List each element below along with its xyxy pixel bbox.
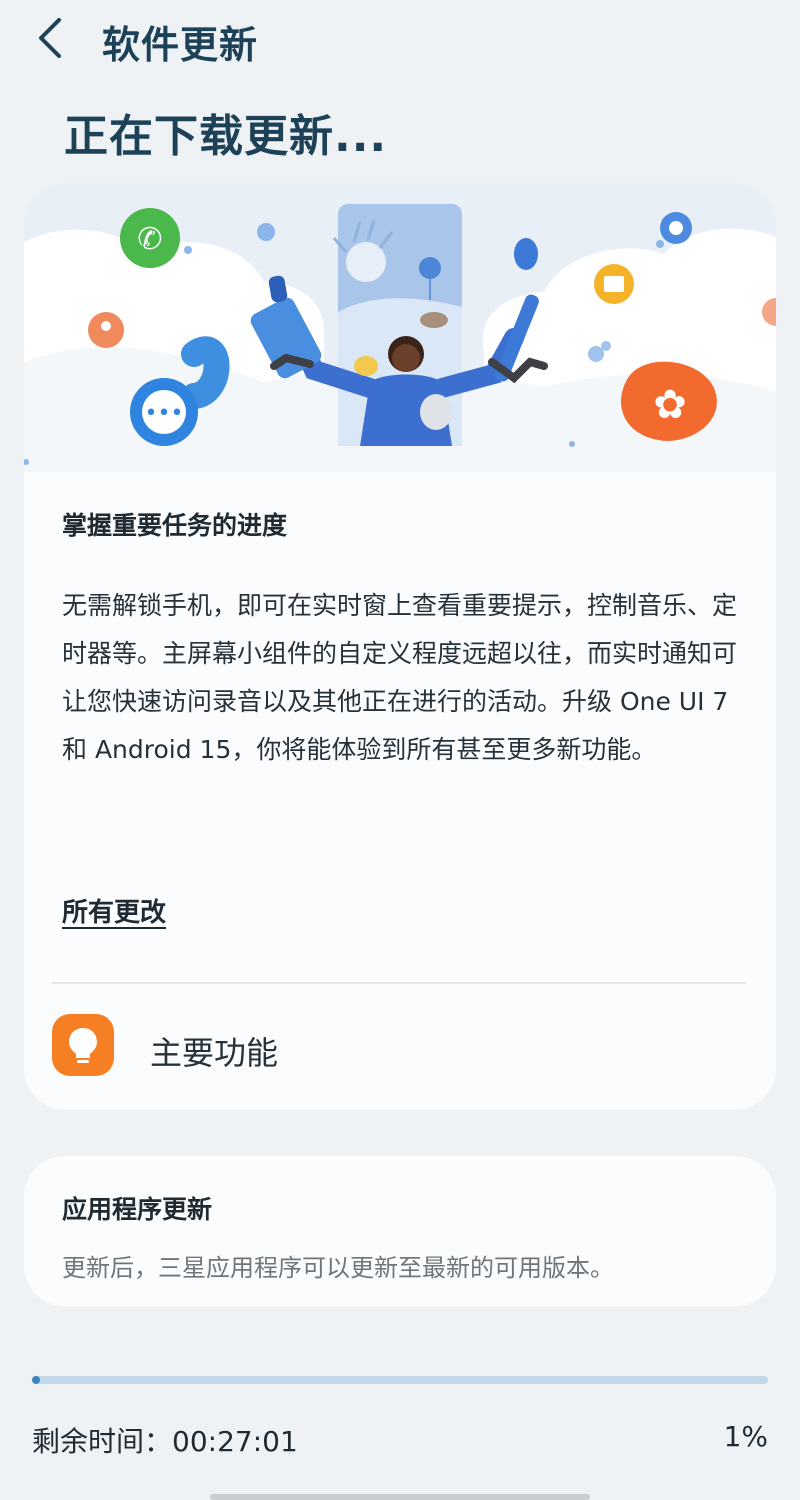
all-changes-link[interactable]: 所有更改 bbox=[62, 892, 166, 929]
back-button[interactable] bbox=[30, 12, 70, 64]
svg-text:✿: ✿ bbox=[653, 382, 687, 428]
home-indicator bbox=[210, 1494, 590, 1500]
lightbulb-icon bbox=[52, 1014, 114, 1076]
hero-illustration: ✆ ••• ✿ bbox=[24, 182, 776, 472]
page-title: 软件更新 bbox=[102, 23, 259, 67]
download-progress-bar bbox=[32, 1376, 768, 1384]
top-app-bar: 软件更新 bbox=[0, 0, 800, 80]
feature-title: 掌握重要任务的进度 bbox=[62, 511, 288, 540]
progress-percent: 1% bbox=[723, 1420, 768, 1453]
svg-text:•••: ••• bbox=[145, 401, 184, 426]
download-progress-fill bbox=[32, 1376, 40, 1384]
download-status-headline: 正在下载更新... bbox=[64, 111, 388, 162]
chevron-left-icon bbox=[39, 18, 61, 58]
main-features-row[interactable]: 主要功能 bbox=[52, 1014, 742, 1084]
divider bbox=[52, 982, 746, 984]
feature-description: 无需解锁手机，即可在实时窗上查看重要提示，控制音乐、定时器等。主屏幕小组件的自定… bbox=[62, 591, 738, 764]
app-update-card: 应用程序更新 更新后，三星应用程序可以更新至最新的可用版本。 bbox=[24, 1156, 776, 1306]
feature-card: ✆ ••• ✿ 掌握重要任务的进度 无需解锁手机，即可在实时窗上查看重要提示，控… bbox=[24, 182, 776, 1110]
main-features-label: 主要功能 bbox=[150, 1034, 279, 1072]
app-update-title: 应用程序更新 bbox=[62, 1195, 213, 1224]
svg-text:✆: ✆ bbox=[137, 222, 162, 257]
app-update-description: 更新后，三星应用程序可以更新至最新的可用版本。 bbox=[62, 1254, 614, 1282]
time-remaining: 剩余时间：00:27:01 bbox=[32, 1425, 298, 1458]
